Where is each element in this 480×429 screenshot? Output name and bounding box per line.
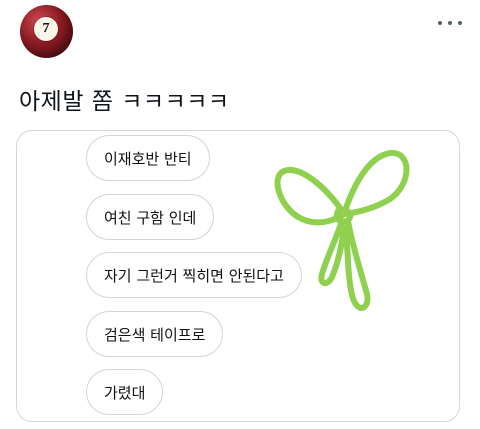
more-options-icon[interactable] [438,15,462,31]
chat-bubble: 검은색 테이프로 [86,311,224,357]
chat-bubble: 가렸대 [86,369,164,415]
avatar[interactable]: 7 [20,5,73,58]
post-image[interactable]: 이재호반 반티 여친 구함 인데 자기 그런거 찍히면 안된다고 검은색 테이프… [16,130,460,422]
chat-bubble: 자기 그런거 찍히면 안된다고 [86,252,302,298]
chat-bubble: 여친 구함 인데 [86,194,215,240]
chat-bubble: 이재호반 반티 [86,135,210,181]
post-text: 아제발 쫌 ㅋㅋㅋㅋㅋ [19,89,230,115]
ribbon-bow-icon [274,150,410,311]
billiard-ball-number: 7 [34,17,58,41]
